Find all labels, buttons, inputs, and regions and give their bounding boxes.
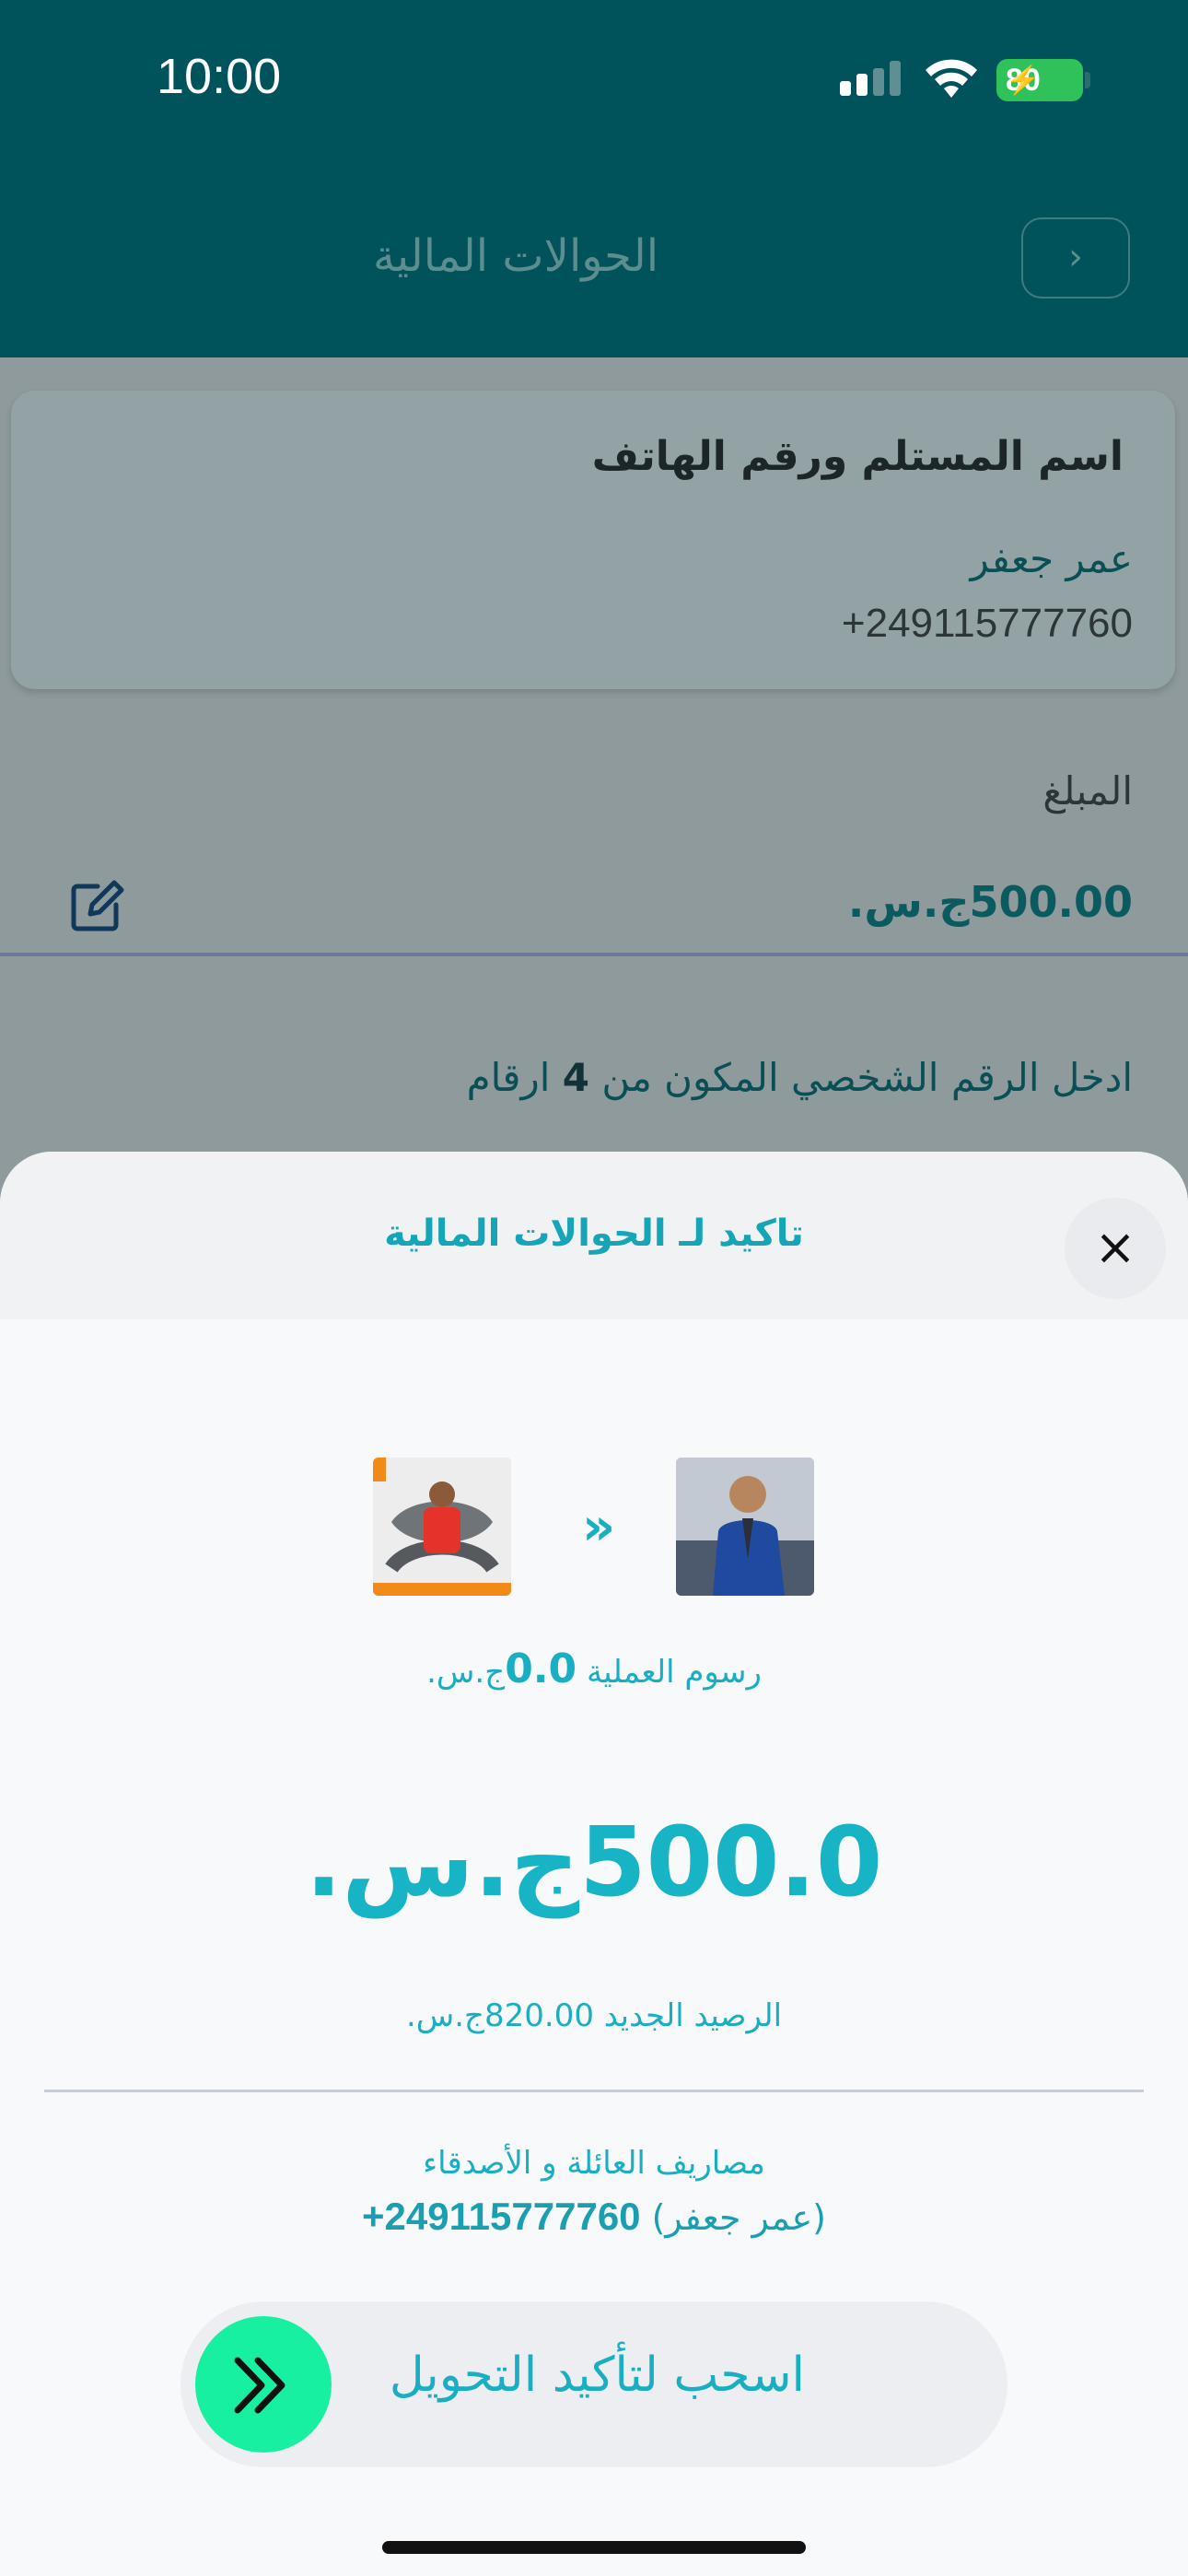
new-balance: الرصيد الجديد 820.00ج.س. <box>405 1997 783 2034</box>
summary-recipient-name: (عمر جعفر) <box>640 2197 826 2238</box>
status-time: 10:00 <box>157 49 282 104</box>
wifi-icon <box>926 59 977 98</box>
home-indicator <box>382 2541 806 2554</box>
double-chevron-icon: » <box>582 1497 616 1557</box>
fees-currency: ج.س. <box>426 1654 506 1691</box>
confirm-sheet: تاكيد لـ الحوالات المالية × » رسوم العمل… <box>0 1152 1188 2576</box>
pin-hint: ادخل الرقم الشخصي المكون من 4 ارقام <box>467 1055 1133 1100</box>
pin-hint-digits: 4 <box>562 1055 589 1100</box>
slide-to-confirm[interactable]: اسحب لتأكيد التحويل <box>181 2301 1007 2467</box>
page-title: الحوالات المالية <box>372 230 659 282</box>
amount-underline <box>0 953 1188 956</box>
recipient-avatar <box>373 1458 511 1596</box>
pin-hint-prefix: ادخل الرقم الشخصي المكون من <box>589 1055 1133 1100</box>
transfer-amount: 500.0ج.س. <box>305 1806 883 1918</box>
promo-image-icon <box>373 1458 511 1596</box>
fees-label: رسوم العملية <box>577 1654 762 1691</box>
recipient-phone: 249115777760+ <box>841 601 1133 646</box>
amount-value: 500.00ج.س. <box>847 877 1133 927</box>
signal-icon <box>840 61 901 96</box>
close-icon: × <box>1094 1218 1136 1276</box>
transfer-purpose: مصاريف العائلة و الأصدقاء <box>423 2145 765 2182</box>
chevron-right-icon: › <box>1068 236 1083 278</box>
back-button[interactable]: › <box>1021 217 1130 299</box>
sheet-title: تاكيد لـ الحوالات المالية <box>384 1212 804 1255</box>
fees-value: 0.0 <box>505 1645 577 1692</box>
battery-tip <box>1085 72 1090 88</box>
double-chevron-right-icon <box>234 2357 285 2414</box>
amount-label: المبلغ <box>1042 768 1133 814</box>
close-button[interactable]: × <box>1065 1198 1166 1299</box>
status-bar: 10:00 80 ⚡ <box>0 0 1188 157</box>
pin-hint-suffix: ارقام <box>466 1055 563 1100</box>
battery-indicator: 80 ⚡ <box>996 59 1083 101</box>
summary-recipient-phone: 249115777760+ <box>362 2195 641 2238</box>
sheet-header: تاكيد لـ الحوالات المالية × <box>0 1152 1188 1319</box>
sender-photo-icon <box>676 1458 814 1596</box>
recipient-summary: (عمر جعفر) 249115777760+ <box>0 2195 1188 2239</box>
fees-line: رسوم العملية 0.0ج.س. <box>0 1645 1188 1692</box>
slider-label: اسحب لتأكيد التحويل <box>389 2348 805 2403</box>
charging-bolt-icon: ⚡ <box>1006 65 1041 96</box>
recipient-name: عمر جعفر <box>970 536 1133 581</box>
edit-icon[interactable] <box>66 877 125 936</box>
recipient-card-label: اسم المستلم ورقم الهاتف <box>591 433 1124 480</box>
slider-handle[interactable] <box>195 2316 332 2453</box>
sender-avatar <box>676 1458 814 1596</box>
divider <box>44 2090 1144 2092</box>
